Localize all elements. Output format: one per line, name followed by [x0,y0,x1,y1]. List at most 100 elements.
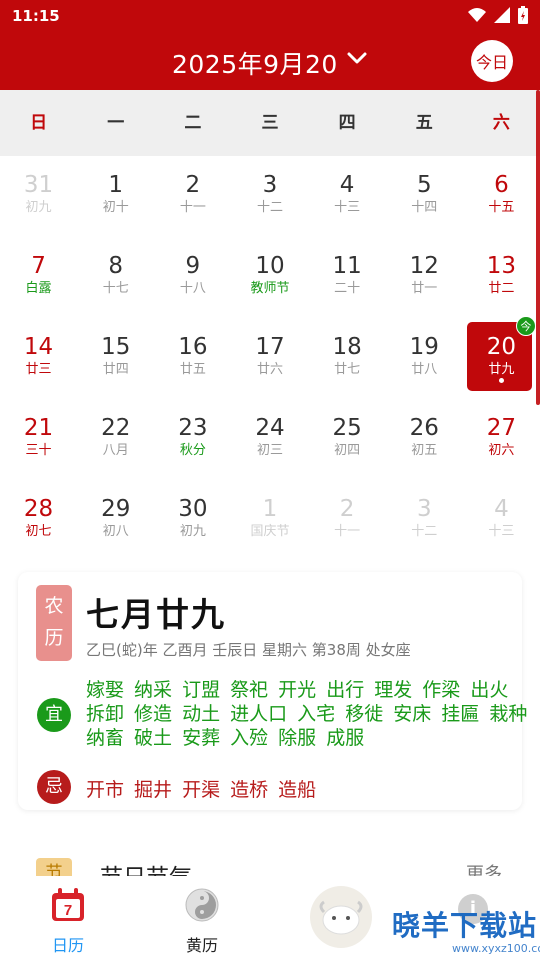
calendar-day[interactable]: 29 初八 [77,480,154,561]
lunar-day: 廿三 [25,362,52,377]
lunar-day: 国庆节 [250,524,290,539]
calendar-day[interactable]: 25 初四 [309,399,386,480]
day-number: 29 [101,496,131,522]
calendar-day[interactable]: 22 八月 [77,399,154,480]
calendar-day[interactable]: 1 国庆节 [231,480,308,561]
chevron-down-icon[interactable] [346,50,368,70]
day-number: 17 [255,334,285,360]
calendar-day[interactable]: 7 白露 [0,237,77,318]
status-time: 11:15 [12,7,60,25]
day-number: 20 [486,334,517,360]
calendar-day[interactable]: 31 初九 [0,156,77,237]
calendar-day[interactable]: 18 廿七 [309,318,386,399]
day-number: 2 [339,496,355,522]
lunar-day: 十二 [256,200,283,215]
calendar-day[interactable]: 14 廿三 [0,318,77,399]
day-number: 21 [23,415,54,441]
calendar-day[interactable]: 1 初十 [77,156,154,237]
lunar-day: 廿八 [411,362,438,377]
calendar-day[interactable]: 4 十三 [463,480,540,561]
lunar-day: 秋分 [179,443,206,458]
lunar-day: 初九 [25,200,52,215]
day-number: 24 [255,415,285,441]
day-number: 25 [332,415,362,441]
lunar-day: 廿一 [411,281,438,296]
day-number: 23 [178,415,208,441]
today-button[interactable]: 今日 [471,40,513,82]
calendar-day[interactable]: 2 十一 [154,156,231,237]
day-number: 3 [262,172,278,198]
calendar-day[interactable]: 21 三十 [0,399,77,480]
lunar-day: 白露 [25,281,52,296]
calendar-day[interactable]: 17 廿六 [231,318,308,399]
lunar-day: 十二 [411,524,438,539]
lunar-day: 十七 [102,281,129,296]
lunar-day: 廿二 [488,281,515,296]
calendar-day[interactable]: 24 初三 [231,399,308,480]
lunar-day: 二十 [334,281,361,296]
calendar-day[interactable]: 27 初六 [463,399,540,480]
calendar-day[interactable]: 23 秋分 [154,399,231,480]
lunar-day: 初四 [334,443,361,458]
sheep-mascot-icon[interactable] [310,886,372,948]
calendar-header: 2025年9月20 今日 [0,32,540,90]
weekday-label: 五 [415,113,433,133]
calendar-day[interactable]: 2 十一 [309,480,386,561]
lunar-day: 三十 [25,443,52,458]
calendar-day[interactable]: 30 初九 [154,480,231,561]
day-number: 26 [409,415,439,441]
calendar-day[interactable]: 28 初七 [0,480,77,561]
lunar-day: 初九 [179,524,206,539]
day-number: 15 [101,334,131,360]
day-number: 1 [262,496,278,522]
yi-activities: 嫁娶 纳采 订盟 祭祀 开光 出行 理发 作梁 出火 拆卸 修造 动土 进人口 … [86,679,528,749]
day-number: 11 [332,253,362,279]
day-number: 6 [494,172,509,198]
lunar-day: 初十 [102,200,129,215]
calendar-day[interactable]: 16 廿五 [154,318,231,399]
calendar-day[interactable]: 8 十七 [77,237,154,318]
tab-huangli[interactable]: 黄历 [172,888,232,956]
calendar-grid: 31 初九 1 初十 2 十一 3 十二 4 十三 5 十四 6 十五 7 白露 8 十七 9 十八 10 教师节 11 二十… [0,156,540,561]
weekday-label: 一 [107,113,125,133]
lunar-day: 十三 [334,200,361,215]
calendar-day[interactable]: 6 十五 [463,156,540,237]
tab-calendar-label: 日历 [51,936,84,955]
tab-calendar[interactable]: 7 日历 [38,888,98,956]
watermark-url: www.xyxz100.com [452,942,540,955]
day-detail-card: 农历 七月廿九 乙巳(蛇)年 乙酉月 壬辰日 星期六 第38周 处女座 宜 嫁娶… [18,572,527,810]
calendar-day[interactable]: 5 十四 [386,156,463,237]
ji-badge: 忌 [37,770,71,804]
calendar-day[interactable]: 3 十二 [231,156,308,237]
month-title[interactable]: 2025年9月20 [172,45,338,81]
lunar-day: 初六 [488,443,515,458]
calendar-day-selected[interactable]: 20 廿九 今 [463,316,540,399]
calendar-day[interactable]: 19 廿八 [386,318,463,399]
lunar-day: 初八 [102,524,129,539]
calendar-day[interactable]: 9 十八 [154,237,231,318]
calendar-day[interactable]: 15 廿四 [77,318,154,399]
day-number: 27 [486,415,517,441]
day-number: 31 [23,172,54,198]
calendar-day[interactable]: 11 二十 [309,237,386,318]
day-number: 10 [255,253,285,279]
calendar-day[interactable]: 13 廿二 [463,237,540,318]
lunar-day: 十八 [179,281,206,296]
lunar-day: 廿七 [334,362,361,377]
calendar-day[interactable]: 12 廿一 [386,237,463,318]
status-icons [468,6,528,24]
event-dot [498,378,504,383]
day-number: 13 [486,253,517,279]
calendar-day[interactable]: 26 初五 [386,399,463,480]
lunar-day: 十一 [179,200,206,215]
calendar-day[interactable]: 3 十二 [386,480,463,561]
calendar-day[interactable]: 4 十三 [309,156,386,237]
weekday-label: 日 [30,113,48,133]
day-number: 12 [409,253,439,279]
weekday-label: 二 [184,113,202,133]
day-number: 2 [185,172,201,198]
day-number: 19 [409,334,439,360]
calendar-day[interactable]: 10 教师节 [231,237,308,318]
today-badge: 今 [515,316,536,336]
lunar-day: 廿四 [102,362,129,377]
